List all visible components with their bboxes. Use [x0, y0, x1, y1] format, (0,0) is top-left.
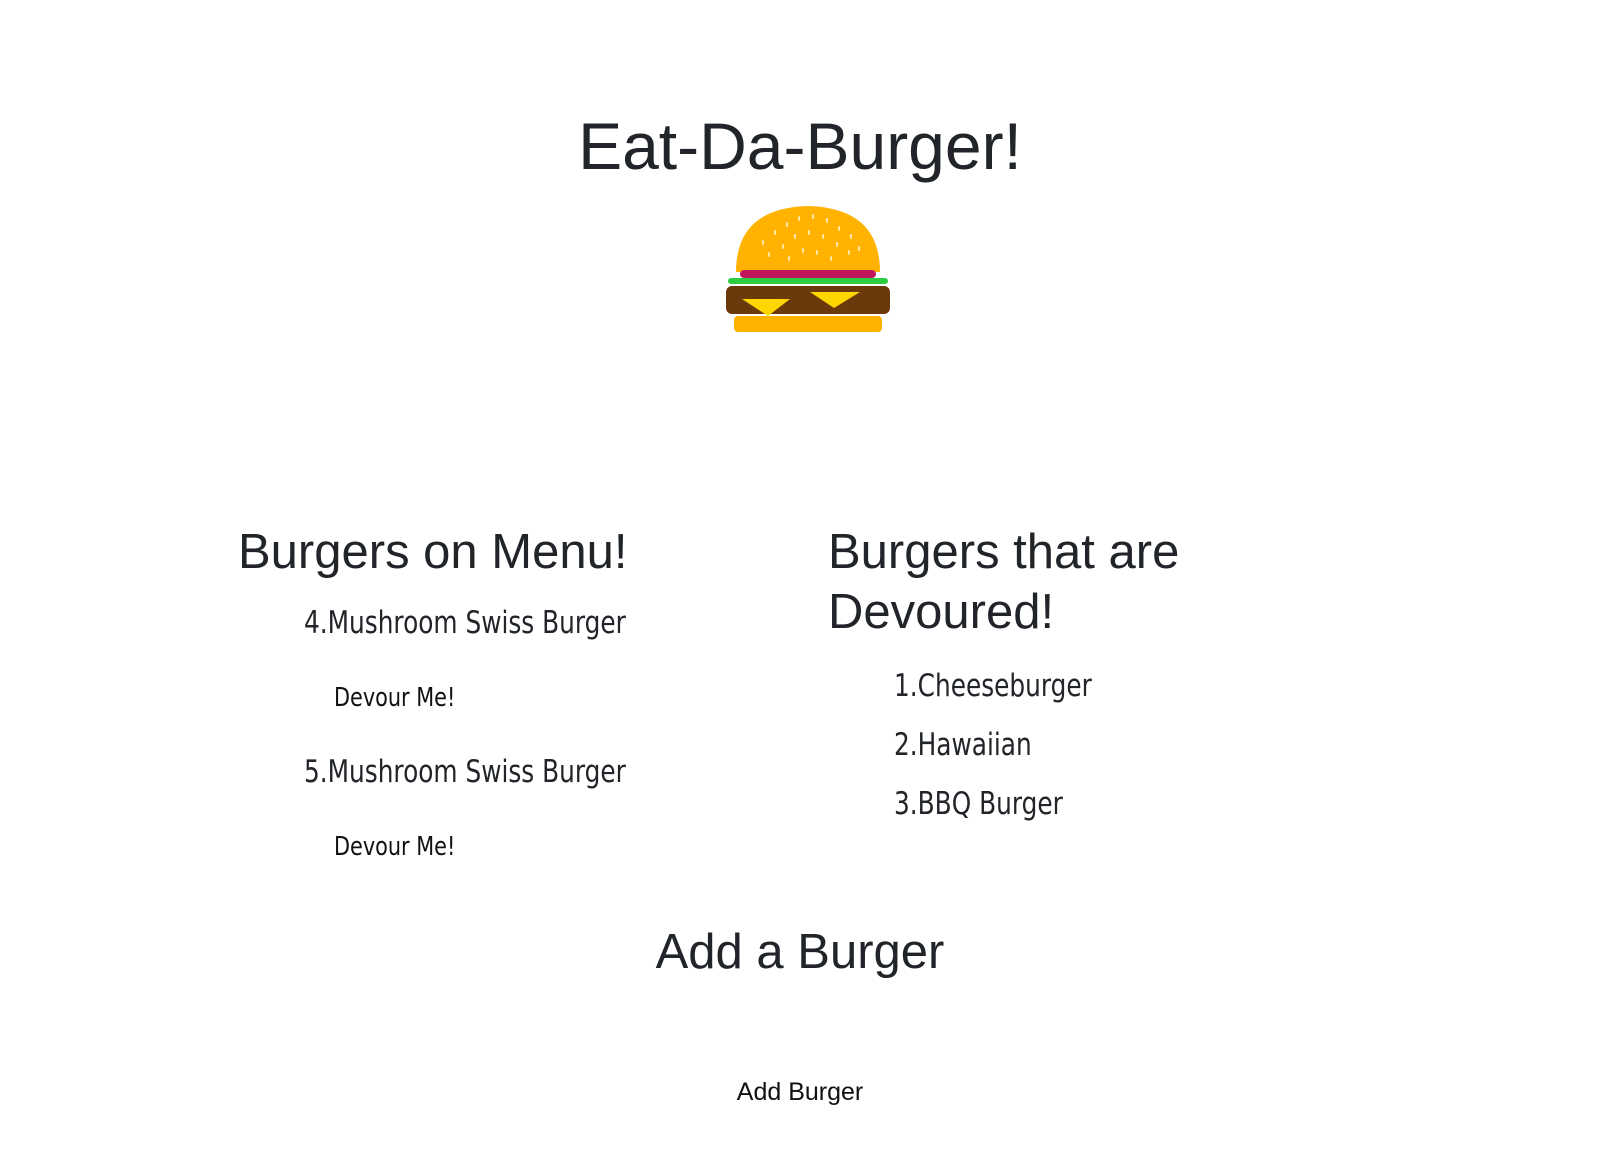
devoured-burger-item: 3.BBQ Burger	[894, 786, 1063, 822]
lettuce-layer	[728, 278, 888, 284]
menu-burger-item: 5.Mushroom Swiss Burger	[304, 754, 626, 790]
hamburger-icon	[726, 206, 890, 332]
add-burger-button[interactable]: Add Burger	[700, 1074, 900, 1110]
devour-button[interactable]: Devour Me!	[334, 680, 455, 716]
devour-button[interactable]: Devour Me!	[334, 829, 455, 865]
menu-burger-item: 4.Mushroom Swiss Burger	[304, 605, 626, 641]
tomato-layer	[740, 270, 876, 278]
add-burger-heading: Add a Burger	[655, 925, 945, 979]
bottom-bun	[734, 316, 882, 332]
burger-name-input[interactable]	[600, 1010, 1004, 1046]
devoured-burger-item: 1.Cheeseburger	[894, 668, 1092, 704]
devoured-heading: Burgers that are Devoured!	[828, 525, 1180, 639]
page-title: Eat-Da-Burger!	[578, 109, 1022, 183]
menu-heading: Burgers on Menu!	[238, 525, 628, 579]
devoured-burger-item: 2.Hawaiian	[894, 727, 1032, 763]
top-bun	[736, 206, 880, 272]
